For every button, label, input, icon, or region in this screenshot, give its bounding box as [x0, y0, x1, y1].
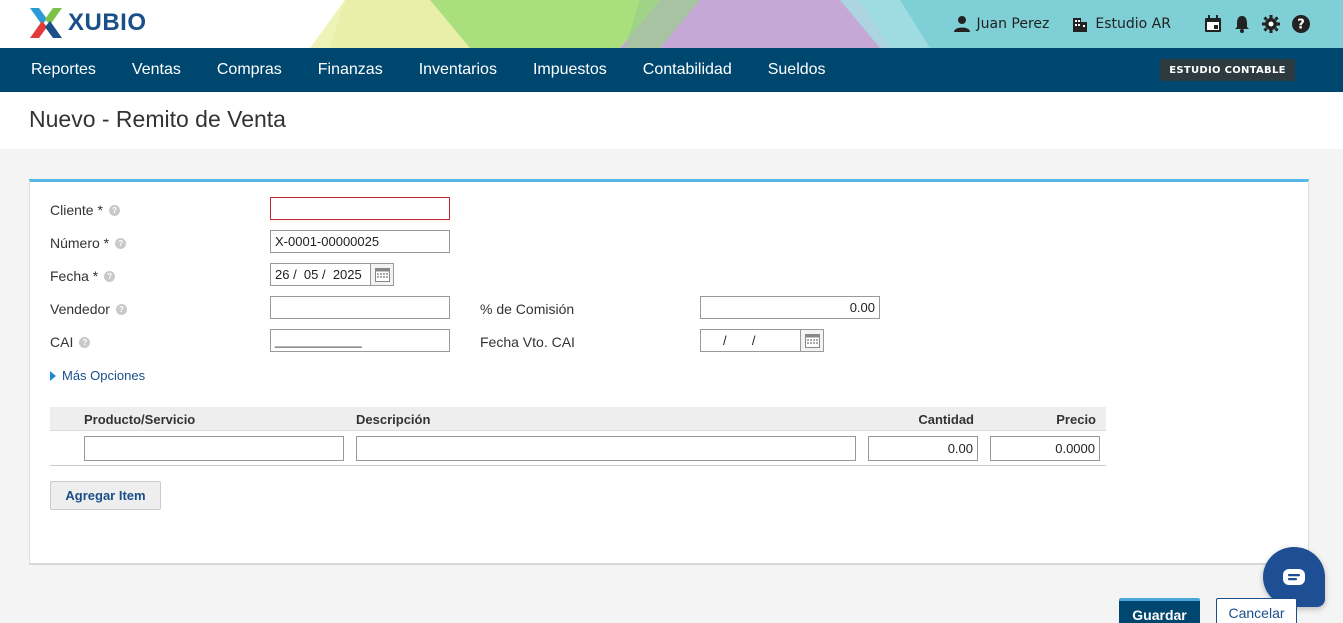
help-icon[interactable]: ?: [108, 204, 120, 216]
items-table-header: Producto/Servicio Descripción Cantidad P…: [50, 407, 1106, 431]
help-icon[interactable]: ?: [104, 270, 116, 282]
fecha-label: Fecha * ?: [50, 268, 116, 284]
comision-input[interactable]: 0.00: [700, 296, 880, 319]
cantidad-input[interactable]: 0.00: [868, 436, 978, 461]
cancelar-button[interactable]: Cancelar: [1216, 598, 1297, 623]
user-icon: [953, 16, 970, 32]
company-name: Estudio AR: [1095, 16, 1171, 32]
nav-sueldos[interactable]: Sueldos: [766, 61, 828, 79]
vendedor-label: Vendedor ?: [50, 301, 127, 317]
page-title: Nuevo - Remito de Venta: [29, 106, 286, 132]
table-row: 0.00 0.0000: [50, 431, 1106, 466]
chat-icon: [1283, 569, 1305, 585]
cliente-input[interactable]: [270, 197, 450, 220]
user-name: Juan Perez: [976, 16, 1050, 32]
xubio-logo[interactable]: XUBIO: [28, 6, 147, 40]
nav-inventarios[interactable]: Inventarios: [417, 61, 499, 79]
calendar-icon: [804, 333, 820, 348]
column-descripcion: Descripción: [356, 412, 431, 427]
gear-icon[interactable]: [1261, 14, 1281, 34]
numero-label: Número * ?: [50, 235, 127, 251]
descripcion-input[interactable]: [356, 436, 856, 461]
user-menu[interactable]: Juan Perez: [953, 15, 1050, 33]
building-icon: [1073, 18, 1088, 32]
calendar-icon: [374, 267, 390, 282]
cai-label: CAI ?: [50, 334, 91, 350]
company-menu[interactable]: Estudio AR: [1071, 15, 1171, 33]
nav-reportes[interactable]: Reportes: [29, 61, 98, 79]
help-icon[interactable]: ?: [115, 237, 127, 249]
fecha-input[interactable]: 26 / 05 / 2025: [270, 263, 371, 286]
nav-impuestos[interactable]: Impuestos: [531, 61, 609, 79]
nav-compras[interactable]: Compras: [215, 61, 284, 79]
fecha-vto-cai-input[interactable]: / /: [700, 329, 801, 352]
top-header: XUBIO Juan Perez Estudio AR ?: [0, 0, 1343, 48]
nav-ventas[interactable]: Ventas: [130, 61, 183, 79]
precio-input[interactable]: 0.0000: [990, 436, 1100, 461]
svg-text:?: ?: [1297, 18, 1305, 33]
nav-finanzas[interactable]: Finanzas: [316, 61, 385, 79]
comision-label: % de Comisión: [480, 301, 575, 317]
agregar-item-button[interactable]: Agregar Item: [50, 481, 161, 510]
estudio-contable-button[interactable]: ESTUDIO CONTABLE: [1160, 59, 1295, 81]
vendedor-label-text: Vendedor: [50, 301, 110, 317]
cliente-label-text: Cliente *: [50, 202, 103, 218]
cliente-label: Cliente * ?: [50, 202, 120, 218]
caret-right-icon: [50, 370, 56, 381]
column-precio: Precio: [1056, 412, 1096, 427]
calendar-picker-button[interactable]: [801, 329, 824, 352]
numero-input[interactable]: X-0001-00000025: [270, 230, 450, 253]
cai-label-text: CAI: [50, 334, 74, 350]
guardar-button[interactable]: Guardar: [1119, 598, 1200, 623]
logo-text: XUBIO: [68, 9, 147, 36]
calendar-icon[interactable]: [1203, 14, 1223, 34]
column-producto: Producto/Servicio: [84, 412, 196, 427]
help-icon[interactable]: ?: [115, 303, 127, 315]
form-panel: Cliente * ? Número * ? X-0001-00000025 F…: [29, 179, 1309, 565]
fecha-label-text: Fecha *: [50, 268, 99, 284]
fecha-vto-cai-label: Fecha Vto. CAI: [480, 334, 575, 350]
cai-input[interactable]: ____________: [270, 329, 450, 352]
nav-contabilidad[interactable]: Contabilidad: [641, 61, 734, 79]
column-cantidad: Cantidad: [918, 412, 974, 427]
numero-label-text: Número *: [50, 235, 110, 251]
mas-opciones-toggle[interactable]: Más Opciones: [50, 368, 145, 383]
main-nav: Reportes Ventas Compras Finanzas Inventa…: [0, 48, 1343, 92]
title-bar: Nuevo - Remito de Venta: [0, 92, 1343, 149]
calendar-picker-button[interactable]: [371, 263, 394, 286]
producto-input[interactable]: [84, 436, 344, 461]
xubio-logo-icon: [30, 8, 62, 38]
vendedor-input[interactable]: [270, 296, 450, 319]
help-icon[interactable]: ?: [1291, 14, 1311, 34]
bell-icon[interactable]: [1233, 14, 1251, 34]
help-icon[interactable]: ?: [79, 336, 91, 348]
mas-opciones-label: Más Opciones: [62, 368, 146, 383]
